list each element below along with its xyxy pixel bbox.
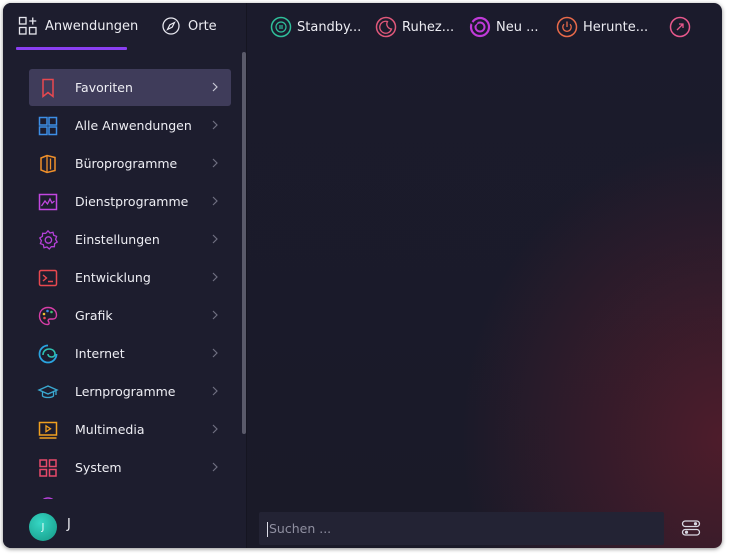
all-apps-icon [37,115,59,137]
category-utilities[interactable]: Dienstprogramme [29,183,231,220]
category-label: Grafik [75,308,113,323]
category-label: Favoriten [75,80,133,95]
category-partial[interactable] [29,487,231,499]
apps-grid-icon [18,16,38,36]
terminal-icon [37,267,59,289]
tab-applications-label: Anwendungen [45,18,139,34]
search-field[interactable]: Suchen ... [259,512,664,545]
category-label: Einstellungen [75,232,160,247]
hibernate-button[interactable]: Ruhez... [375,15,454,39]
shutdown-button[interactable]: Herunte... [556,15,648,39]
category-label: Lernprogramme [75,384,176,399]
palette-icon [37,305,59,327]
category-development[interactable]: Entwicklung [29,259,231,296]
logout-icon [669,16,691,38]
category-label: Internet [75,346,125,361]
category-multimedia[interactable]: Multimedia [29,411,231,448]
chevron-right-icon [210,80,220,94]
username: J [67,517,71,532]
hibernate-label: Ruhez... [402,19,455,35]
graduation-cap-icon [37,381,59,403]
office-icon [37,153,59,175]
text-cursor [267,522,268,537]
search-placeholder: Suchen ... [269,521,332,536]
restart-icon [469,16,491,38]
shutdown-icon [556,16,578,38]
standby-icon [270,16,292,38]
shutdown-label: Herunte... [583,19,649,35]
tab-applications[interactable]: Anwendungen [18,13,138,39]
standby-button[interactable]: Standby... [270,15,361,39]
multimedia-icon [37,419,59,441]
chevron-right-icon [210,270,220,284]
internet-icon [37,343,59,365]
restart-button[interactable]: Neu ... [469,15,539,39]
compass-icon [161,16,181,36]
active-tab-indicator [16,47,127,50]
avatar-initial: J [41,521,45,533]
application-launcher: Anwendungen Orte Standby... Ruhez... Neu… [3,3,722,548]
category-settings[interactable]: Einstellungen [29,221,231,258]
configure-toggle-icon[interactable] [680,517,702,539]
category-label: System [75,460,122,475]
panel-divider [246,3,247,548]
category-label: Büroprogramme [75,156,178,171]
category-favorites[interactable]: Favoriten [29,69,231,106]
logout-button[interactable] [669,15,691,39]
bookmark-icon [37,77,59,99]
category-graphics[interactable]: Grafik [29,297,231,334]
hibernate-moon-icon [375,16,397,38]
chevron-right-icon [210,194,220,208]
chevron-right-icon [210,346,220,360]
category-scrollbar[interactable] [242,52,246,434]
category-label: Dienstprogramme [75,194,189,209]
chevron-right-icon [210,118,220,132]
category-all-applications[interactable]: Alle Anwendungen [29,107,231,144]
tab-places[interactable]: Orte [161,13,217,39]
restart-label: Neu ... [496,19,539,35]
globe-icon [37,495,59,499]
category-education[interactable]: Lernprogramme [29,373,231,410]
category-label: Entwicklung [75,270,151,285]
category-label: Alle Anwendungen [75,118,192,133]
chevron-right-icon [210,156,220,170]
chevron-right-icon [210,232,220,246]
category-label: Multimedia [75,422,145,437]
chevron-right-icon [210,422,220,436]
category-office[interactable]: Büroprogramme [29,145,231,182]
category-system[interactable]: System [29,449,231,486]
system-icon [37,457,59,479]
category-internet[interactable]: Internet [29,335,231,372]
tab-places-label: Orte [188,18,217,34]
utilities-icon [37,191,59,213]
chevron-right-icon [210,384,220,398]
chevron-right-icon [210,460,220,474]
chevron-right-icon [210,308,220,322]
avatar[interactable]: J [29,513,57,541]
standby-label: Standby... [297,19,362,35]
settings-gear-icon [37,229,59,251]
